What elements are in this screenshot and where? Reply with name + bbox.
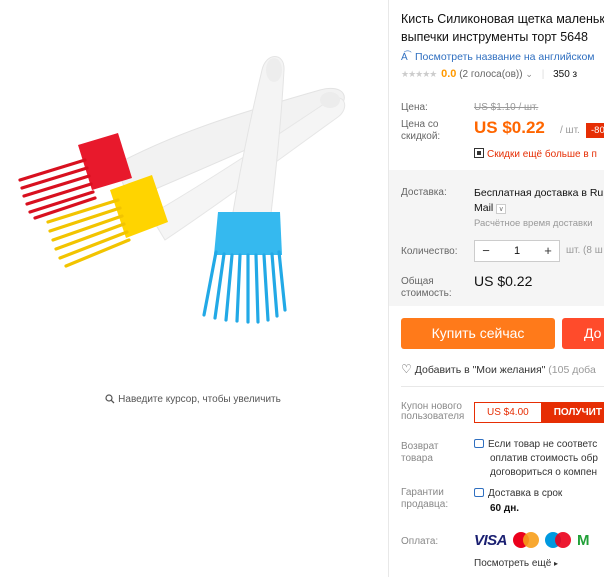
guarantee-icon	[474, 488, 484, 497]
translate-link[interactable]: A͡ Посмотреть название на английском	[401, 51, 595, 63]
chevron-down-icon[interactable]: ∨	[496, 204, 507, 214]
get-coupon-button[interactable]: ПОЛУЧИТ	[541, 402, 604, 423]
product-gallery: Наведите курсор, чтобы увеличить	[0, 0, 386, 577]
chevron-down-icon: ⌄	[525, 69, 533, 79]
mastercard-logo	[513, 531, 540, 549]
quantity-label: Количество:	[401, 246, 458, 257]
shipping-label: Доставка:	[401, 187, 447, 198]
coupon-amount: US $4.00	[474, 402, 542, 423]
mir-logo: M	[577, 531, 590, 549]
old-price: US $1.10 / шт.	[474, 102, 539, 113]
shipping-eta: Расчётное время доставки	[474, 218, 593, 229]
discount-badge: -80	[586, 123, 604, 138]
add-to-wishlist-link[interactable]: ♡ Добавить в "Мои желания" (105 доба	[401, 362, 596, 376]
visa-logo: VISA	[474, 531, 508, 549]
see-more-payment-link[interactable]: Посмотреть ещё ▸	[474, 558, 558, 569]
quantity-decrease-button[interactable]: −	[475, 241, 497, 261]
coupon-label: Купон нового пользователя	[401, 401, 465, 422]
orders-count: 350 з	[553, 69, 578, 80]
zoom-hint-text: Наведите курсор, чтобы увеличить	[118, 394, 281, 405]
heart-icon: ♡	[401, 362, 412, 376]
sale-price: US $0.22	[474, 118, 545, 137]
chevron-right-icon: ▸	[554, 559, 559, 568]
translate-icon: A͡	[401, 52, 408, 63]
add-to-cart-button[interactable]: До	[562, 318, 604, 349]
return-label: Возврат товара	[401, 441, 439, 464]
star-rating-icon: ★★★★★	[401, 69, 437, 79]
shipping-method-line2: Mail	[474, 202, 494, 214]
total-price: US $0.22	[474, 273, 533, 289]
search-icon	[105, 394, 115, 407]
price-unit: / шт.	[560, 125, 580, 136]
quantity-stepper: − 1 +	[474, 240, 560, 262]
quantity-increase-button[interactable]: +	[537, 241, 559, 261]
quantity-unit-note: шт. (8 ш	[566, 245, 603, 256]
total-label: Общая стоимость:	[401, 276, 452, 299]
guarantee-label: Гарантии продавца:	[401, 487, 449, 510]
seller-guarantee: Доставка в срок 60 дн.	[474, 486, 562, 516]
zoom-hint: Наведите курсор, чтобы увеличить	[0, 394, 386, 407]
rating-votes: (2 голоса(ов))	[459, 69, 523, 80]
shipping-method-line1: Бесплатная доставка в Ru	[474, 187, 604, 199]
silicone-brushes-illustration	[18, 56, 346, 324]
wishlist-count: (105 доба	[548, 364, 596, 376]
new-user-coupon: US $4.00 ПОЛУЧИТ	[474, 402, 604, 423]
return-icon	[474, 439, 484, 448]
rating-value: 0.0	[441, 68, 457, 80]
divider	[401, 386, 604, 387]
qr-icon	[474, 148, 484, 158]
rating-row[interactable]: ★★★★★ 0.0 (2 голоса(ов)) ⌄ | 350 з	[401, 68, 577, 80]
product-main-image[interactable]	[0, 0, 386, 386]
product-title-line1: Кисть Силиконовая щетка маленьк	[401, 12, 604, 26]
payment-methods: VISA M	[474, 531, 590, 549]
quantity-input[interactable]: 1	[497, 245, 537, 257]
return-policy: Если товар не соответс оплатив стоимость…	[474, 438, 598, 480]
app-promo-link[interactable]: Скидки ещё больше в п	[474, 148, 597, 160]
product-title-line2: выпечки инструменты торт 5648	[401, 30, 588, 44]
product-info-panel: Кисть Силиконовая щетка маленьк выпечки …	[401, 0, 604, 577]
payment-label: Оплата:	[401, 536, 439, 547]
maestro-logo	[545, 531, 572, 549]
divider: |	[541, 69, 545, 80]
shipping-method[interactable]: Бесплатная доставка в Ru Mail ∨	[474, 186, 603, 216]
discount-price-label: Цена со скидкой:	[401, 119, 441, 142]
buy-now-button[interactable]: Купить сейчас	[401, 318, 555, 349]
price-label: Цена:	[401, 102, 428, 113]
product-title: Кисть Силиконовая щетка маленьк выпечки …	[401, 10, 604, 46]
